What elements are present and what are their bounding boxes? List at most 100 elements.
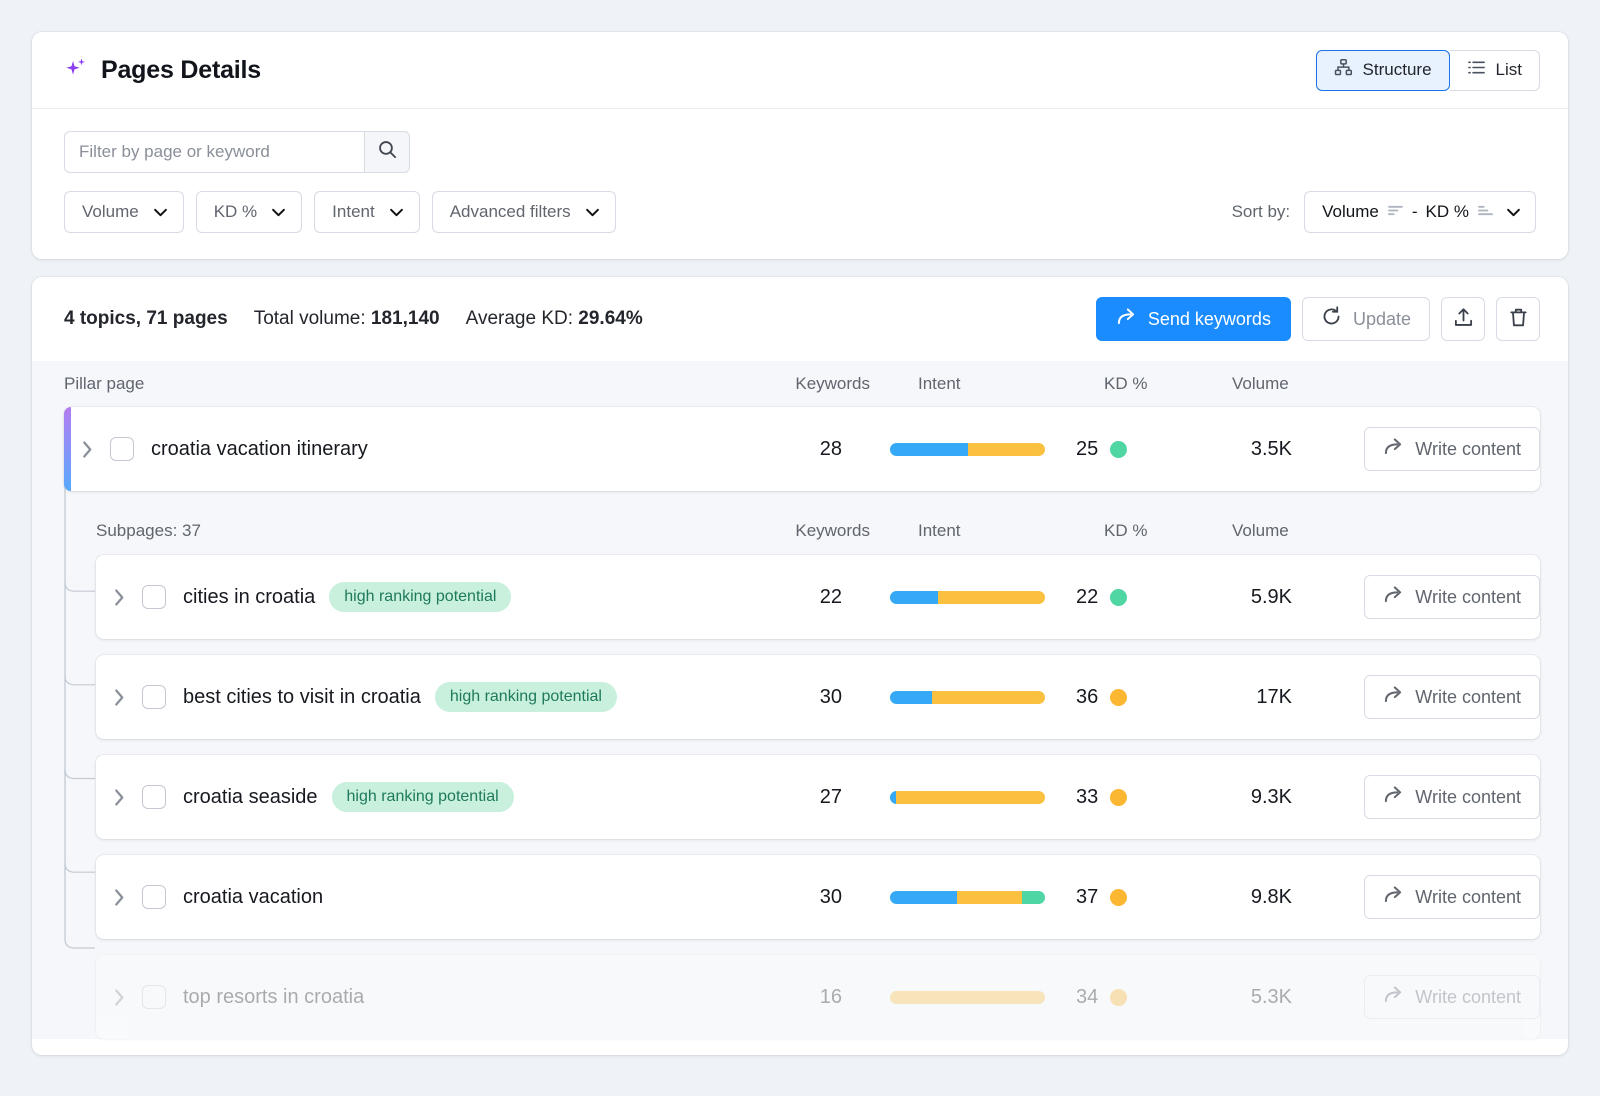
table-row[interactable]: croatia vacation itinerary 28 25 3.5K [64, 407, 1540, 491]
expand-chevron-icon[interactable] [96, 587, 142, 608]
row-checkbox[interactable] [142, 585, 166, 609]
expand-chevron-icon[interactable] [96, 787, 142, 808]
kd-value: 22 [1076, 586, 1098, 609]
row-checkbox[interactable] [142, 685, 166, 709]
row-volume: 5.9K [1204, 586, 1344, 609]
filter-intent-label: Intent [332, 202, 375, 222]
intent-segment-commercial [968, 443, 1046, 456]
share-arrow-icon [1383, 785, 1404, 809]
send-keywords-button[interactable]: Send keywords [1096, 297, 1291, 341]
list-icon [1467, 58, 1486, 82]
row-actions: Write content [1344, 775, 1540, 819]
share-arrow-icon [1383, 885, 1404, 909]
expand-chevron-icon[interactable] [64, 439, 110, 460]
intent-segment-informational [890, 891, 957, 904]
delete-button[interactable] [1496, 297, 1540, 341]
filter-advanced[interactable]: Advanced filters [432, 191, 616, 233]
write-content-label: Write content [1415, 687, 1521, 708]
app-root: Pages Details Structure [0, 0, 1600, 1096]
intent-segment-commercial [890, 991, 1045, 1004]
page-title-text: croatia vacation [183, 886, 323, 909]
status-badge: high ranking potential [435, 682, 617, 712]
filter-volume[interactable]: Volume [64, 191, 184, 233]
row-actions: Write content [1344, 575, 1540, 619]
write-content-button[interactable]: Write content [1364, 575, 1540, 619]
row-intent [890, 443, 1076, 456]
status-badge: high ranking potential [332, 782, 514, 812]
row-volume: 5.3K [1204, 986, 1344, 1009]
row-checkbox[interactable] [110, 437, 134, 461]
row-kd: 36 [1076, 686, 1204, 709]
write-content-button[interactable]: Write content [1364, 427, 1540, 471]
expand-chevron-icon[interactable] [96, 887, 142, 908]
update-button[interactable]: Update [1302, 297, 1430, 341]
topics-pages-count: 4 topics, 71 pages [64, 308, 228, 330]
subpage-rows: cities in croatia high ranking potential… [32, 555, 1568, 1039]
sub-col-intent: Intent [918, 521, 1104, 541]
kd-status-dot [1110, 589, 1127, 606]
row-keywords: 22 [750, 586, 890, 609]
sort-desc-icon [1387, 202, 1404, 222]
export-button[interactable] [1441, 297, 1485, 341]
status-badge: high ranking potential [329, 582, 511, 612]
row-name-cell: top resorts in croatia [96, 985, 750, 1009]
row-volume: 17K [1204, 686, 1344, 709]
filter-kd[interactable]: KD % [196, 191, 302, 233]
row-intent [890, 691, 1076, 704]
write-content-button[interactable]: Write content [1364, 875, 1540, 919]
intent-bar [890, 791, 1045, 804]
search-icon [377, 139, 398, 165]
write-content-button[interactable]: Write content [1364, 775, 1540, 819]
intent-segment-commercial [957, 891, 1022, 904]
row-volume: 3.5K [1204, 438, 1344, 461]
search-input[interactable] [64, 131, 364, 173]
sort-by-label: Sort by: [1232, 202, 1291, 222]
write-content-button[interactable]: Write content [1364, 975, 1540, 1019]
table-row[interactable]: best cities to visit in croatia high ran… [96, 655, 1540, 739]
sort-value-primary: Volume [1322, 202, 1379, 222]
sort-select[interactable]: Volume - KD % [1304, 191, 1536, 233]
tab-list[interactable]: List [1450, 50, 1540, 91]
expand-chevron-icon[interactable] [96, 687, 142, 708]
row-kd: 25 [1076, 438, 1204, 461]
search-row [64, 131, 1536, 173]
row-checkbox[interactable] [142, 785, 166, 809]
expand-chevron-icon[interactable] [96, 987, 142, 1008]
filter-volume-label: Volume [82, 202, 139, 222]
row-checkbox[interactable] [142, 885, 166, 909]
write-content-button[interactable]: Write content [1364, 675, 1540, 719]
table-row[interactable]: top resorts in croatia 16 34 5.3K Write … [96, 955, 1540, 1039]
row-kd: 33 [1076, 786, 1204, 809]
kd-value: 34 [1076, 986, 1098, 1009]
intent-bar [890, 991, 1045, 1004]
intent-segment-informational [890, 443, 968, 456]
filter-chip-row: Volume KD % Intent [64, 191, 1536, 233]
col-kd: KD % [1104, 374, 1232, 394]
filter-intent[interactable]: Intent [314, 191, 420, 233]
row-actions: Write content [1344, 427, 1540, 471]
row-name-cell: croatia vacation itinerary [64, 437, 750, 461]
kd-value: 36 [1076, 686, 1098, 709]
col-volume: Volume [1232, 374, 1372, 394]
filter-bar: Volume KD % Intent [32, 109, 1568, 259]
tab-list-label: List [1496, 60, 1522, 80]
page-title-text: best cities to visit in croatia [183, 686, 421, 709]
table-row[interactable]: croatia seaside high ranking potential 2… [96, 755, 1540, 839]
average-kd-label: Average KD: [466, 308, 573, 329]
chevron-down-icon [153, 202, 168, 222]
trash-icon [1508, 307, 1529, 331]
intent-segment-commercial [938, 591, 1045, 604]
chevron-down-icon [585, 202, 600, 222]
sub-col-volume: Volume [1232, 521, 1372, 541]
search-button[interactable] [364, 131, 410, 173]
kd-value: 37 [1076, 886, 1098, 909]
tab-structure[interactable]: Structure [1316, 50, 1450, 91]
send-keywords-label: Send keywords [1148, 309, 1271, 330]
row-volume: 9.3K [1204, 786, 1344, 809]
intent-segment-commercial [896, 791, 1045, 804]
pages-details-panel: Pages Details Structure [32, 32, 1568, 259]
table-row[interactable]: croatia vacation 30 37 9.8K Write conten… [96, 855, 1540, 939]
row-keywords: 27 [750, 786, 890, 809]
row-checkbox[interactable] [142, 985, 166, 1009]
table-row[interactable]: cities in croatia high ranking potential… [96, 555, 1540, 639]
